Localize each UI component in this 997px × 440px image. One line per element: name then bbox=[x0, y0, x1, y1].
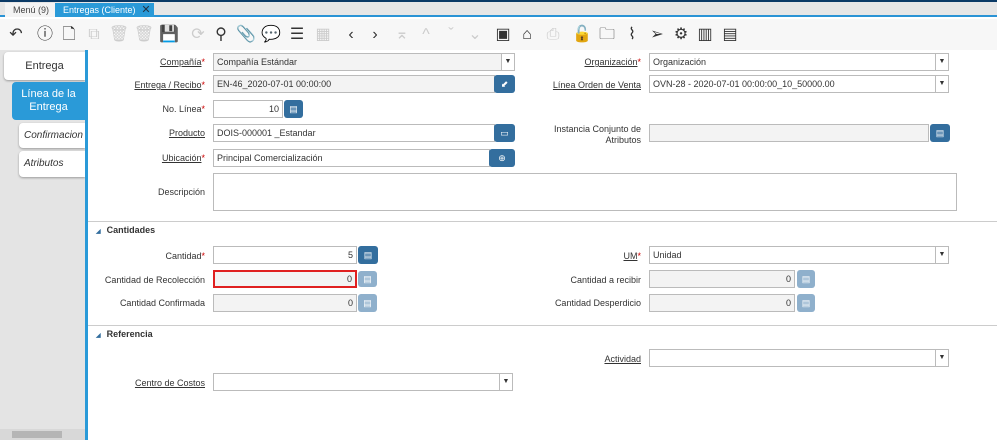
refresh-icon[interactable]: ⟳ bbox=[187, 24, 209, 46]
new-icon[interactable]: 🗋 bbox=[58, 24, 80, 46]
attr-set-label: Instancia Conjunto de Atributos bbox=[553, 124, 641, 145]
activity-select[interactable]: ▼ bbox=[649, 349, 949, 367]
scrollbar-thumb[interactable] bbox=[12, 431, 62, 438]
cost-center-select[interactable]: ▼ bbox=[213, 373, 513, 391]
next-icon[interactable]: › bbox=[364, 24, 386, 46]
attr-set-field[interactable] bbox=[649, 124, 929, 142]
help-icon[interactable]: ⓘ bbox=[34, 24, 56, 46]
delete-selection-icon[interactable]: 🗑 bbox=[133, 24, 155, 46]
report-icon[interactable]: ▣ bbox=[492, 24, 514, 46]
zoom-across-icon[interactable]: 🗀 bbox=[596, 24, 618, 46]
window-tab-bar: Menú (9) Entregas (Cliente) ✕ bbox=[0, 2, 997, 17]
section-cantidades[interactable]: ◢ Cantidades bbox=[96, 225, 155, 235]
line-no-label: No. Línea* bbox=[162, 104, 205, 114]
chevron-down-icon[interactable]: ▼ bbox=[499, 374, 512, 390]
tab-confirmacion[interactable]: Confirmacion bbox=[19, 123, 85, 148]
section-referencia[interactable]: ◢ Referencia bbox=[96, 329, 153, 339]
last-icon[interactable]: ⌄ bbox=[464, 24, 486, 46]
uom-label: UM* bbox=[623, 251, 641, 261]
archive-icon[interactable]: ⌂ bbox=[516, 24, 538, 46]
org-select[interactable]: Organización ▼ bbox=[649, 53, 949, 71]
tab-menu[interactable]: Menú (9) bbox=[5, 3, 58, 17]
chevron-down-icon[interactable]: ▼ bbox=[935, 76, 948, 92]
locator-field[interactable]: Principal Comercialización bbox=[213, 149, 490, 167]
scrapped-qty-label: Cantidad Desperdicio bbox=[554, 298, 641, 308]
tab-entrega[interactable]: Entrega bbox=[4, 52, 85, 80]
first-icon[interactable]: ⌅ bbox=[391, 24, 413, 46]
chevron-down-icon[interactable]: ▼ bbox=[935, 247, 948, 263]
previous-icon[interactable]: ‹ bbox=[340, 24, 362, 46]
tab-atributos[interactable]: Atributos bbox=[19, 151, 85, 177]
lock-icon[interactable]: 🔓 bbox=[571, 24, 593, 46]
confirmed-qty-field[interactable]: 0 bbox=[213, 294, 357, 312]
chevron-down-icon[interactable]: ▼ bbox=[935, 350, 948, 366]
calculator-button[interactable]: ▤ bbox=[358, 246, 378, 264]
calendar-icon[interactable]: ▦ bbox=[312, 24, 334, 46]
calculator-button[interactable]: ▤ bbox=[358, 294, 377, 312]
product-label: Producto bbox=[168, 128, 205, 138]
locator-label: Ubicación* bbox=[161, 153, 205, 163]
cost-center-label: Centro de Costos bbox=[134, 378, 205, 388]
picked-qty-field[interactable]: 0 bbox=[213, 270, 357, 288]
calculator-button[interactable]: ▤ bbox=[284, 100, 303, 118]
shipment-label: Entrega / Recibo* bbox=[134, 80, 205, 90]
org-label: Organización* bbox=[584, 57, 641, 67]
product-field[interactable]: DOIS-000001 _Estandar bbox=[213, 124, 495, 142]
barcode-icon[interactable]: ▥ bbox=[694, 24, 716, 46]
close-icon[interactable]: ✕ bbox=[141, 3, 150, 17]
tab-linea-entrega[interactable]: Línea de la Entrega bbox=[12, 82, 85, 120]
qty-label: Cantidad* bbox=[165, 251, 205, 261]
tab-entregas[interactable]: Entregas (Cliente) ✕ bbox=[55, 3, 154, 17]
target-qty-label: Cantidad a recibir bbox=[570, 275, 641, 285]
description-label: Descripción bbox=[157, 187, 205, 197]
activity-label: Actividad bbox=[604, 354, 641, 364]
divider bbox=[88, 221, 997, 222]
calculator-button[interactable]: ▤ bbox=[358, 271, 377, 287]
copy-icon[interactable]: ⧉ bbox=[83, 24, 105, 46]
chat-icon[interactable]: 💬 bbox=[260, 24, 282, 46]
line-no-field[interactable]: 10 bbox=[213, 100, 283, 118]
process-icon[interactable]: ⚙ bbox=[670, 24, 692, 46]
print-icon[interactable]: ⎙ bbox=[542, 24, 564, 46]
panel-divider bbox=[85, 50, 88, 440]
company-label: Compañía* bbox=[159, 57, 205, 67]
parent-icon[interactable]: ^ bbox=[415, 24, 437, 46]
send-icon[interactable]: ➢ bbox=[646, 24, 668, 46]
company-select[interactable]: Compañía Estándar ▼ bbox=[213, 53, 515, 71]
uom-select[interactable]: Unidad ▼ bbox=[649, 246, 949, 264]
toolbar: ↶ ⓘ 🗋 ⧉ 🗑 🗑 💾 ⟳ ⚲ 📎 💬 ☰ ▦ ‹ › ⌅ ^ ˇ ⌄ ▣ … bbox=[0, 19, 997, 50]
product-info-button[interactable]: ▭ bbox=[494, 124, 515, 142]
search-icon[interactable]: ⚲ bbox=[210, 24, 232, 46]
scrapped-qty-field[interactable]: 0 bbox=[649, 294, 795, 312]
workflow-icon[interactable]: ⌇ bbox=[621, 24, 643, 46]
locator-button[interactable]: ⊕ bbox=[489, 149, 515, 167]
qty-field[interactable]: 5 bbox=[213, 246, 357, 264]
delete-icon[interactable]: 🗑 bbox=[108, 24, 130, 46]
description-textarea[interactable] bbox=[213, 173, 957, 211]
divider bbox=[88, 325, 997, 326]
collapse-icon: ◢ bbox=[96, 333, 101, 339]
tab-label: Entregas (Cliente) bbox=[63, 5, 136, 15]
detail-icon[interactable]: ˇ bbox=[440, 24, 462, 46]
picked-qty-label: Cantidad de Recolección bbox=[104, 275, 205, 285]
shipment-field[interactable]: EN-46_2020-07-01 00:00:00 bbox=[213, 75, 495, 93]
calculator-button[interactable]: ▤ bbox=[797, 294, 815, 312]
grid-toggle-icon[interactable]: ☰ bbox=[286, 24, 308, 46]
calculator-button[interactable]: ▤ bbox=[797, 270, 815, 288]
order-line-label: Línea Orden de Venta bbox=[552, 80, 641, 90]
save-icon[interactable]: 💾 bbox=[158, 24, 180, 46]
order-line-select[interactable]: OVN-28 - 2020-07-01 00:00:00_10_50000.00… bbox=[649, 75, 949, 93]
collapse-icon: ◢ bbox=[96, 229, 101, 235]
attachment-icon[interactable]: 📎 bbox=[235, 24, 257, 46]
confirmed-qty-label: Cantidad Confirmada bbox=[119, 298, 205, 308]
horizontal-scrollbar[interactable] bbox=[0, 429, 86, 440]
chevron-down-icon[interactable]: ▼ bbox=[935, 54, 948, 70]
ticket-icon[interactable]: ▤ bbox=[719, 24, 741, 46]
undo-icon[interactable]: ↶ bbox=[5, 24, 27, 46]
target-qty-field[interactable]: 0 bbox=[649, 270, 795, 288]
attr-set-button[interactable]: ▤ bbox=[930, 124, 950, 142]
